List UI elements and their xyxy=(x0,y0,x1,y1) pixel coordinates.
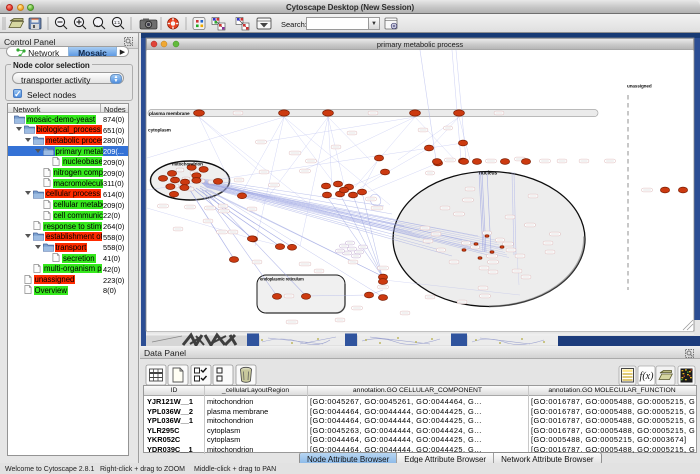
svg-text:unassigned: unassigned xyxy=(627,84,652,89)
svg-text:plasma membrane: plasma membrane xyxy=(149,111,190,117)
svg-text:mitochondrion: mitochondrion xyxy=(172,162,203,167)
svg-text:nucleus: nucleus xyxy=(479,171,498,177)
svg-text:endoplasmic reticulum: endoplasmic reticulum xyxy=(260,277,304,282)
svg-text:1:1: 1:1 xyxy=(114,20,121,25)
svg-text:primary metabolic process: primary metabolic process xyxy=(377,40,464,49)
svg-text:cytoplasm: cytoplasm xyxy=(148,128,171,134)
svg-text:f(x): f(x) xyxy=(640,371,655,382)
